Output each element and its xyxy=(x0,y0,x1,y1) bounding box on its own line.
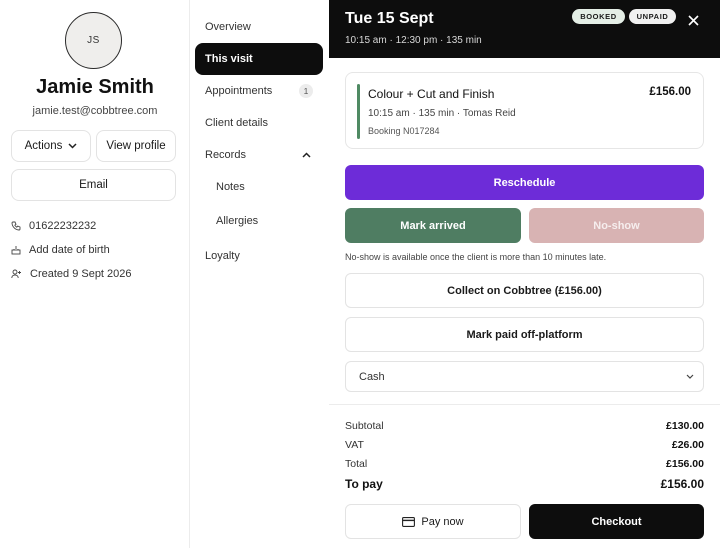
nav-loyalty[interactable]: Loyalty xyxy=(195,240,323,272)
nav-this-visit-label: This visit xyxy=(205,53,253,65)
nav-this-visit[interactable]: This visit xyxy=(195,43,323,75)
to-pay-label: To pay xyxy=(345,477,383,491)
appointments-count-badge: 1 xyxy=(299,84,313,98)
total-label: Total xyxy=(345,458,368,470)
total-value: £156.00 xyxy=(666,458,704,470)
mark-arrived-button[interactable]: Mark arrived xyxy=(345,208,521,243)
visit-time: 10:15 am · 12:30 pm · 135 min xyxy=(345,35,482,46)
dob-link: Add date of birth xyxy=(29,244,110,256)
credit-card-icon xyxy=(402,516,416,527)
service-accent-bar xyxy=(357,84,360,139)
status-badge-unpaid: UNPAID xyxy=(629,9,676,24)
nav-client-details-label: Client details xyxy=(205,117,268,129)
phone-number: 01622232232 xyxy=(29,220,97,232)
mark-paid-label: Mark paid off-platform xyxy=(466,328,583,341)
avatar: JS xyxy=(65,12,122,69)
avatar-initials: JS xyxy=(87,35,100,46)
no-show-button[interactable]: No-show xyxy=(529,208,704,243)
reschedule-label: Reschedule xyxy=(493,176,556,189)
created-row: Created 9 Sept 2026 xyxy=(11,268,132,280)
to-pay-row: To pay £156.00 xyxy=(345,477,704,491)
nav-appointments-label: Appointments xyxy=(205,85,273,97)
pay-now-button[interactable]: Pay now xyxy=(345,504,521,539)
actions-button[interactable]: Actions xyxy=(11,130,91,162)
service-name: Colour + Cut and Finish xyxy=(368,87,495,101)
status-badge-booked: BOOKED xyxy=(572,9,625,24)
close-icon xyxy=(687,14,699,26)
visit-date: Tue 15 Sept xyxy=(345,10,434,27)
nav-loyalty-label: Loyalty xyxy=(205,250,240,262)
mark-paid-off-platform-button[interactable]: Mark paid off-platform xyxy=(345,317,704,352)
email-button[interactable]: Email xyxy=(11,169,176,201)
service-card[interactable]: Colour + Cut and Finish £156.00 10:15 am… xyxy=(345,72,704,149)
nav-overview-label: Overview xyxy=(205,21,251,33)
client-email: jamie.test@cobbtree.com xyxy=(32,105,158,117)
nav-records[interactable]: Records xyxy=(195,139,323,171)
phone-row[interactable]: 01622232232 xyxy=(11,220,96,232)
no-show-label: No-show xyxy=(593,219,640,232)
phone-icon xyxy=(11,221,21,231)
user-plus-icon xyxy=(11,269,21,279)
nav-appointments[interactable]: Appointments 1 xyxy=(195,75,323,107)
payment-method-select[interactable]: Cash xyxy=(345,361,704,392)
summary-divider xyxy=(329,404,720,405)
to-pay-value: £156.00 xyxy=(660,477,704,491)
client-name: Jamie Smith xyxy=(36,76,154,98)
dob-row[interactable]: Add date of birth xyxy=(11,244,110,256)
chevron-down-icon xyxy=(686,374,694,379)
view-profile-button[interactable]: View profile xyxy=(96,130,176,162)
nav-client-details[interactable]: Client details xyxy=(195,107,323,139)
collect-payment-button[interactable]: Collect on Cobbtree (£156.00) xyxy=(345,273,704,308)
close-button[interactable] xyxy=(685,12,701,28)
nav-allergies[interactable]: Allergies xyxy=(195,205,323,237)
checkout-label: Checkout xyxy=(591,515,642,528)
chevron-up-icon xyxy=(302,152,311,158)
booking-reference: Booking N017284 xyxy=(368,126,440,136)
subtotal-label: Subtotal xyxy=(345,420,384,432)
vat-value: £26.00 xyxy=(671,439,704,451)
subtotal-row: Subtotal £130.00 xyxy=(345,420,704,432)
nav-notes-label: Notes xyxy=(216,181,245,193)
subtotal-value: £130.00 xyxy=(666,420,704,432)
chevron-down-icon xyxy=(68,143,77,149)
nav-notes[interactable]: Notes xyxy=(195,171,323,203)
no-show-hint: No-show is available once the client is … xyxy=(345,252,607,262)
vat-row: VAT £26.00 xyxy=(345,439,704,451)
nav-allergies-label: Allergies xyxy=(216,215,259,227)
created-date: Created 9 Sept 2026 xyxy=(30,268,132,280)
mark-arrived-label: Mark arrived xyxy=(400,219,466,232)
vat-label: VAT xyxy=(345,439,364,451)
visit-header: Tue 15 Sept 10:15 am · 12:30 pm · 135 mi… xyxy=(329,0,720,58)
nav-overview[interactable]: Overview xyxy=(195,11,323,43)
checkout-button[interactable]: Checkout xyxy=(529,504,704,539)
collect-label: Collect on Cobbtree (£156.00) xyxy=(447,284,602,297)
reschedule-button[interactable]: Reschedule xyxy=(345,165,704,200)
nav-records-label: Records xyxy=(205,149,246,161)
actions-label: Actions xyxy=(24,140,63,152)
client-nav: Overview This visit Appointments 1 Clien… xyxy=(190,0,329,548)
email-button-label: Email xyxy=(79,179,108,191)
payment-method-value: Cash xyxy=(359,370,385,383)
client-panel: JS Jamie Smith jamie.test@cobbtree.com A… xyxy=(0,0,190,548)
cake-icon xyxy=(11,246,21,255)
service-price: £156.00 xyxy=(649,86,691,98)
total-row: Total £156.00 xyxy=(345,458,704,470)
view-profile-label: View profile xyxy=(106,140,166,152)
pay-now-label: Pay now xyxy=(421,515,464,528)
service-meta: 10:15 am · 135 min · Tomas Reid xyxy=(368,108,516,119)
visit-panel: Tue 15 Sept 10:15 am · 12:30 pm · 135 mi… xyxy=(329,0,720,548)
